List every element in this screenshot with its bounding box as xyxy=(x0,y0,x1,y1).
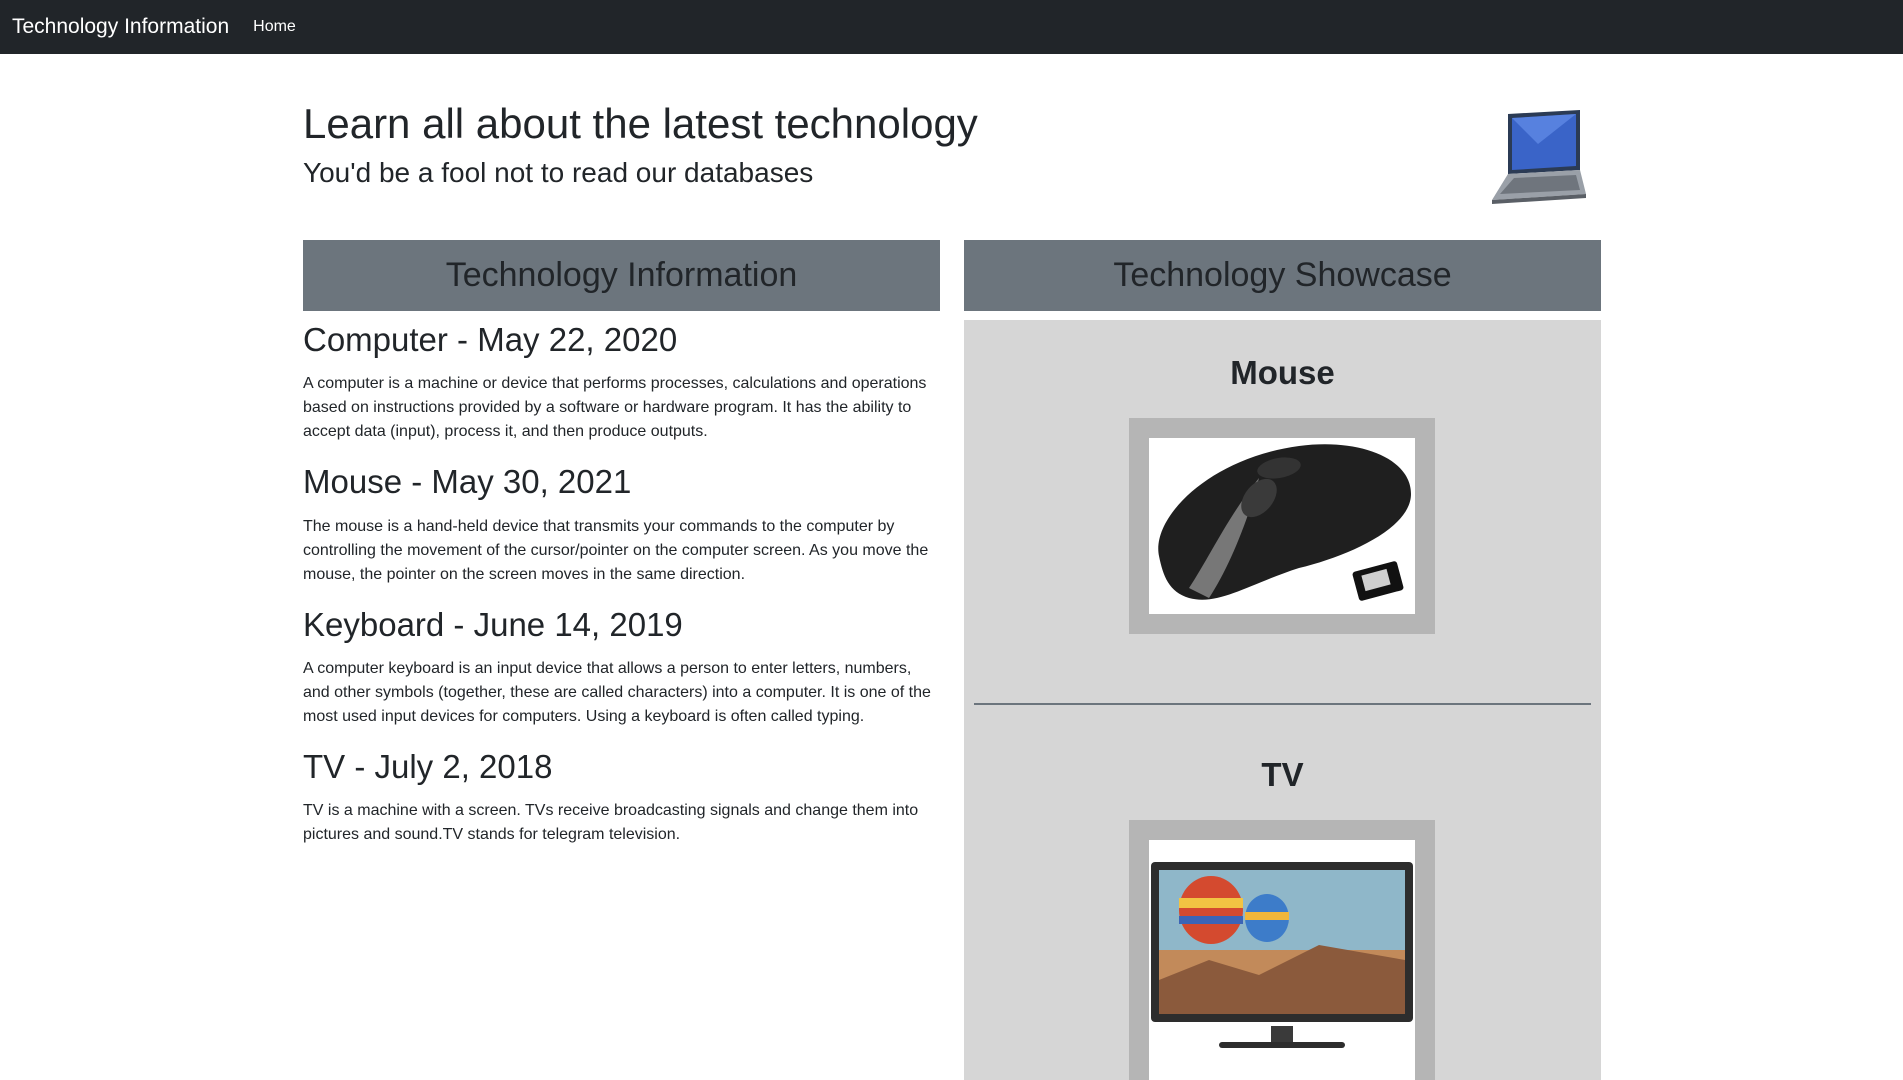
navbar: Technology Information Home xyxy=(0,0,1903,54)
showcase-title-tv: TV xyxy=(1261,756,1304,793)
article-mouse: Mouse - May 30, 2021 The mouse is a hand… xyxy=(303,463,940,586)
showcase-title-mouse: Mouse xyxy=(1230,354,1335,391)
article-body: The mouse is a hand-held device that tra… xyxy=(303,517,929,583)
article-body: A computer keyboard is an input device t… xyxy=(303,659,931,725)
article-body: TV is a machine with a screen. TVs recei… xyxy=(303,802,919,844)
navbar-brand[interactable]: Technology Information xyxy=(12,15,229,39)
tv-image xyxy=(1149,840,1415,1080)
article-computer: Computer - May 22, 2020 A computer is a … xyxy=(303,321,940,444)
showcase-panel: Mouse TV xyxy=(964,320,1601,1080)
article-title: Mouse - May 30, 2021 xyxy=(303,463,632,501)
showcase-frame-tv xyxy=(1129,820,1435,1080)
technology-information-header: Technology Information xyxy=(303,240,940,311)
article-title: TV - July 2, 2018 xyxy=(303,747,553,785)
article-keyboard: Keyboard - June 14, 2019 A computer keyb… xyxy=(303,605,940,729)
article-title: Computer - May 22, 2020 xyxy=(303,321,678,358)
showcase-divider xyxy=(974,703,1591,705)
nav-link-home[interactable]: Home xyxy=(253,18,296,36)
article-title: Keyboard - June 14, 2019 xyxy=(303,605,683,643)
mouse-image xyxy=(1149,438,1415,614)
technology-showcase-header: Technology Showcase xyxy=(964,240,1601,311)
showcase-frame-mouse xyxy=(1129,418,1435,634)
laptop-icon xyxy=(1492,110,1586,204)
article-tv: TV - July 2, 2018 TV is a machine with a… xyxy=(303,747,940,847)
page-subtitle: You'd be a fool not to read our database… xyxy=(303,157,814,188)
page-title: Learn all about the latest technology xyxy=(303,100,978,147)
article-body: A computer is a machine or device that p… xyxy=(303,375,927,441)
articles-list: Computer - May 22, 2020 A computer is a … xyxy=(303,321,940,867)
